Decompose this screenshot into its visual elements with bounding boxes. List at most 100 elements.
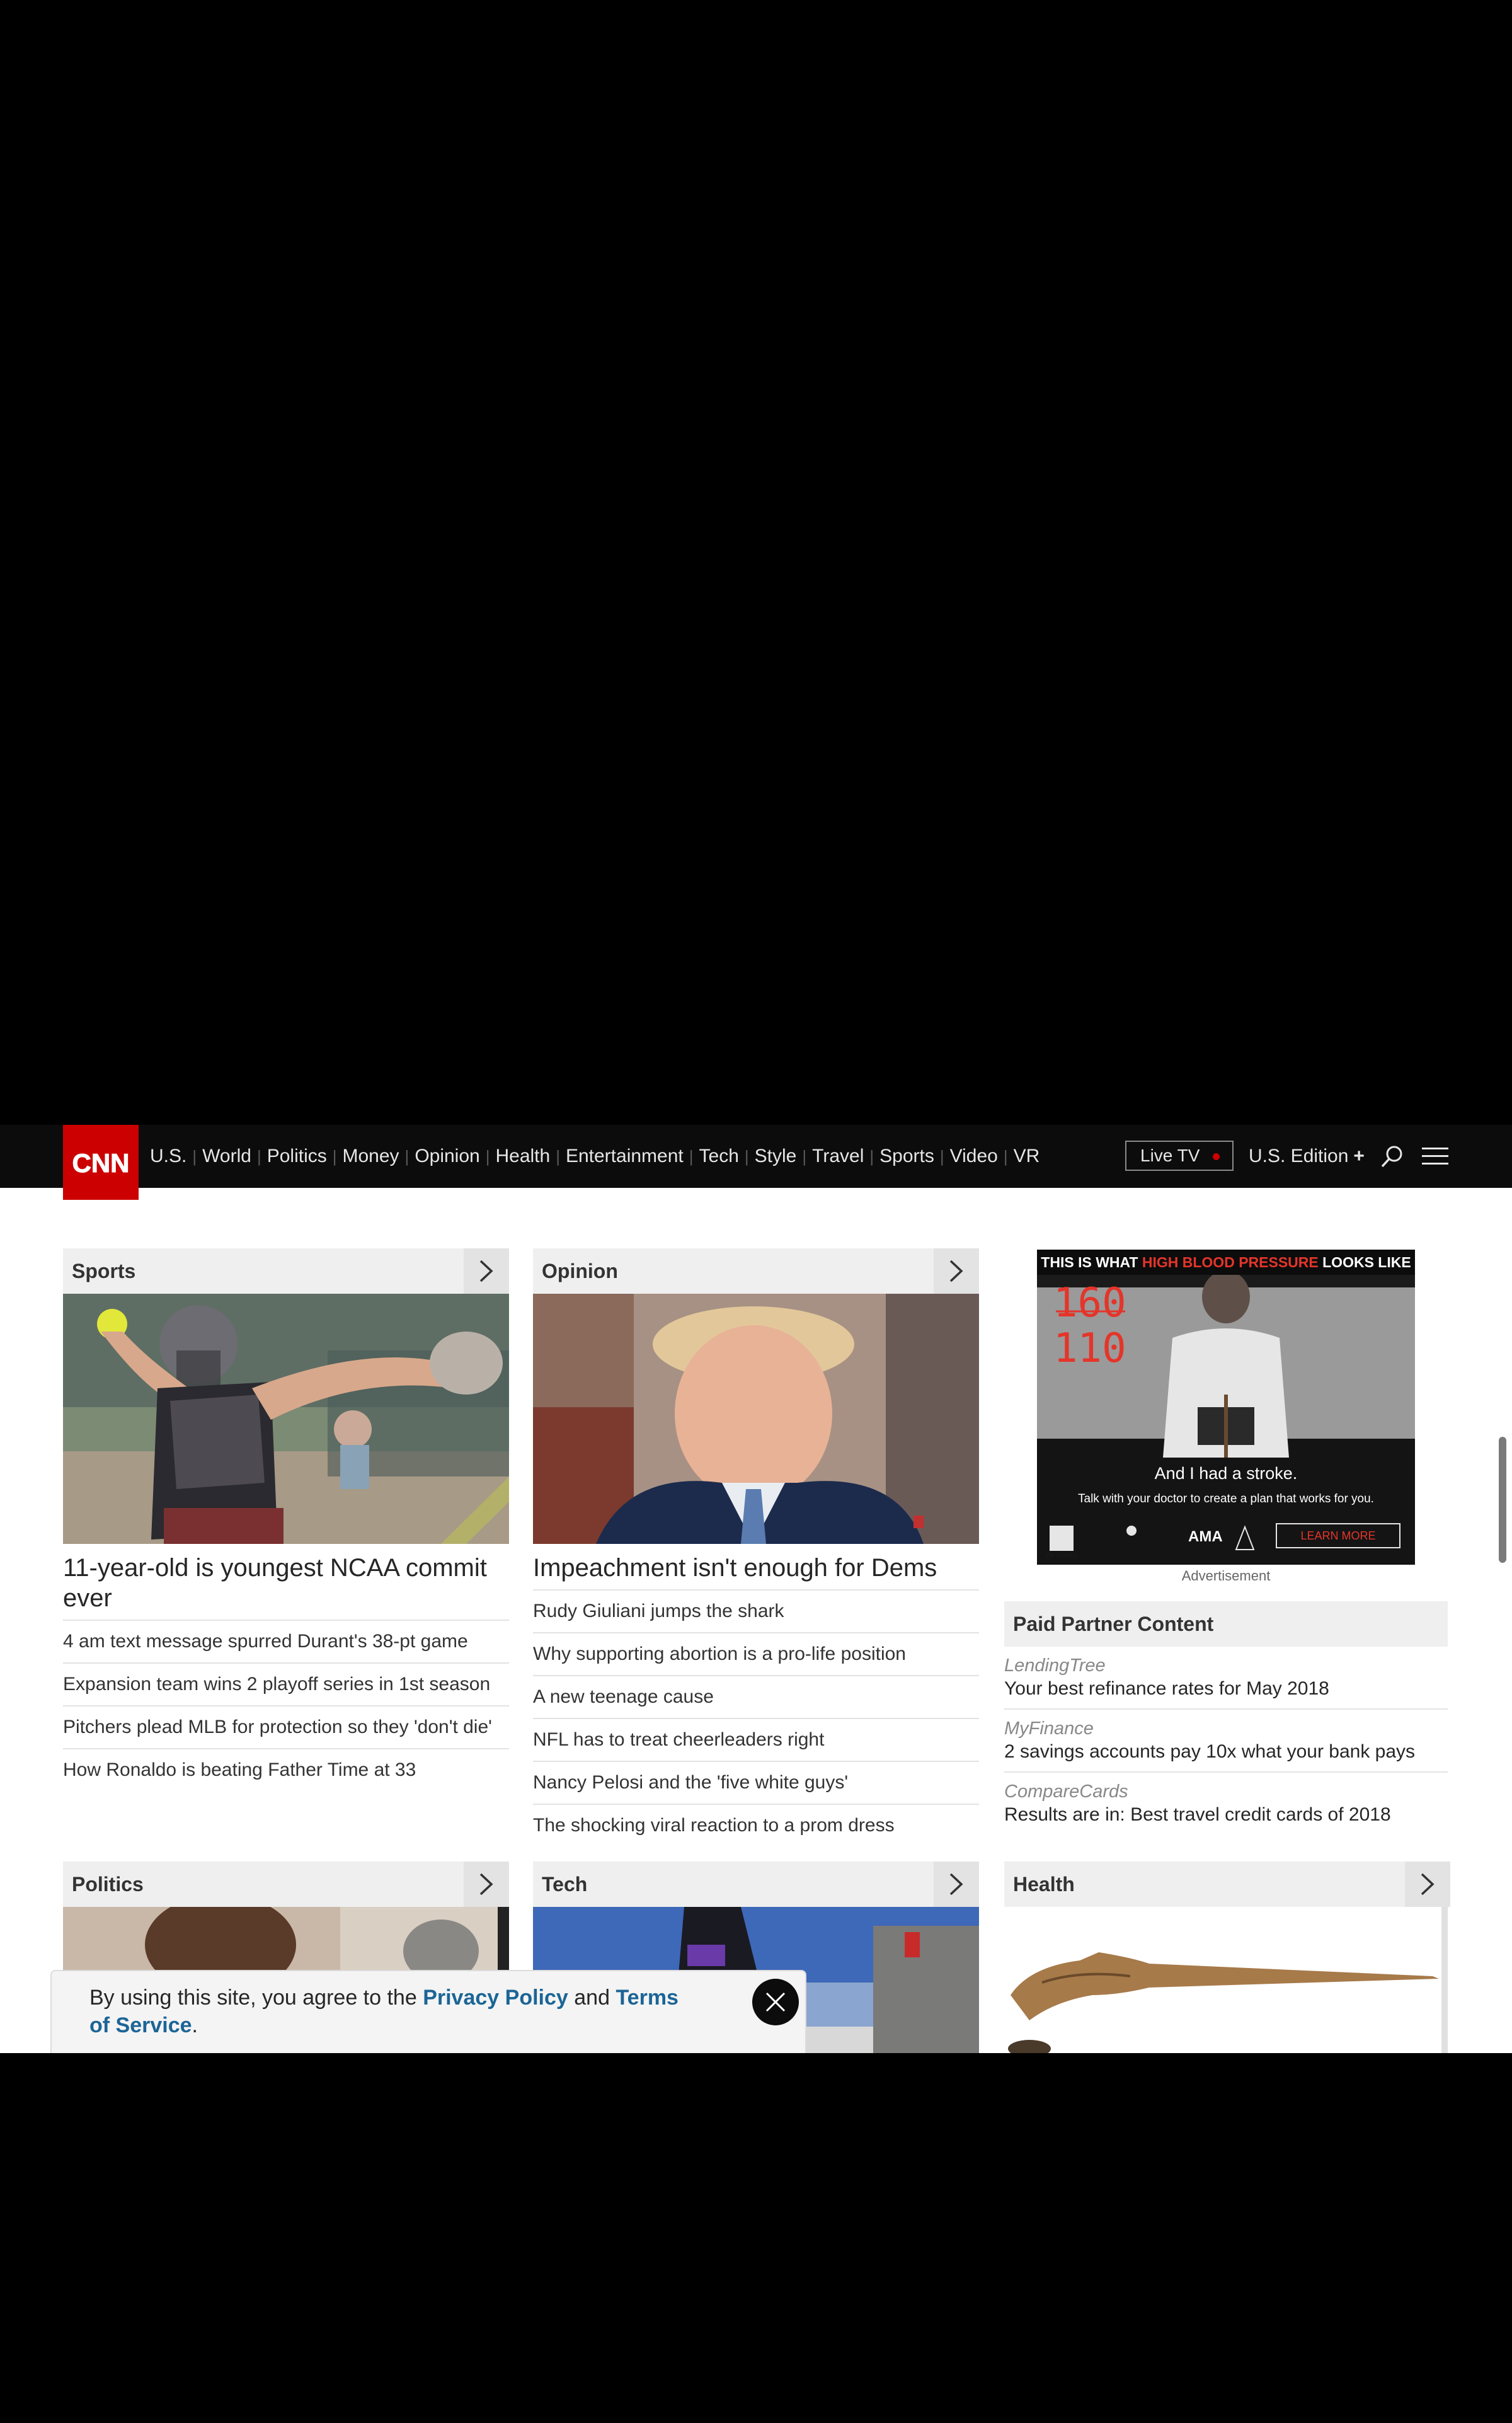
ad-learn-more-button[interactable]: LEARN MORE (1276, 1524, 1400, 1548)
nav-separator: | (332, 1146, 337, 1166)
sports-section-header[interactable]: Sports (63, 1248, 509, 1294)
nav-separator: | (802, 1146, 807, 1166)
chevron-right-icon[interactable] (934, 1248, 979, 1294)
live-tv-button[interactable]: Live TV (1125, 1141, 1234, 1171)
story-link[interactable]: Expansion team wins 2 playoff series in … (63, 1662, 509, 1705)
nav-link-vr[interactable]: VR (1014, 1146, 1040, 1167)
story-link[interactable]: Pitchers plead MLB for protection so the… (63, 1705, 509, 1748)
nav-link-video[interactable]: Video (950, 1146, 998, 1167)
opinion-headline[interactable]: Impeachment isn't enough for Dems (533, 1553, 979, 1583)
scrollbar-thumb[interactable] (1499, 1437, 1506, 1563)
nav-separator: | (256, 1146, 261, 1166)
consent-text: By using this site, you agree to the Pri… (89, 1984, 694, 2039)
nav-link-opinion[interactable]: Opinion (415, 1146, 479, 1167)
privacy-consent-banner: By using this site, you agree to the Pri… (50, 1970, 806, 2053)
section-title: Sports (72, 1260, 136, 1282)
advertisement-banner[interactable]: THIS IS WHAT HIGH BLOOD PRESSURE LOOKS L… (1037, 1250, 1415, 1565)
politician-portrait-image (533, 1294, 979, 1544)
plus-icon: + (1353, 1146, 1365, 1166)
story-link[interactable]: Nancy Pelosi and the 'five white guys' (533, 1761, 979, 1804)
partner-item[interactable]: MyFinance 2 savings accounts pay 10x what… (1004, 1710, 1448, 1773)
sports-story-list: 4 am text message spurred Durant's 38-pt… (63, 1620, 509, 1791)
nav-separator: | (869, 1146, 874, 1166)
nav-separator: | (192, 1146, 197, 1166)
nav-link-money[interactable]: Money (343, 1146, 399, 1167)
nav-link-entertainment[interactable]: Entertainment (566, 1146, 684, 1167)
nav-links: U.S. | World | Politics | Money | Opinion | Health… (150, 1125, 1040, 1188)
partner-item[interactable]: LendingTree Your best refinance rates for… (1004, 1647, 1448, 1710)
health-section-header[interactable]: Health (1004, 1862, 1450, 1907)
nav-separator: | (485, 1146, 490, 1166)
search-icon[interactable] (1379, 1144, 1404, 1170)
story-link[interactable]: How Ronaldo is beating Father Time at 33 (63, 1748, 509, 1791)
section-title: Tech (542, 1873, 588, 1896)
nav-link-tech[interactable]: Tech (699, 1146, 739, 1167)
story-link[interactable]: Why supporting abortion is a pro-life po… (533, 1632, 979, 1675)
ad-subtext: Talk with your doctor to create a plan t… (1078, 1492, 1374, 1505)
health-column: Health (1004, 1862, 1450, 2053)
story-link[interactable]: The shocking viral reaction to a prom dr… (533, 1804, 979, 1846)
partner-item[interactable]: CompareCards Results are in: Best travel … (1004, 1773, 1448, 1834)
nav-link-us[interactable]: U.S. (150, 1146, 186, 1167)
opinion-hero-image[interactable] (533, 1294, 979, 1544)
close-icon (765, 1992, 786, 2012)
nav-separator: | (556, 1146, 560, 1166)
politics-section-header[interactable]: Politics (63, 1862, 509, 1907)
opinion-section-header[interactable]: Opinion (533, 1248, 979, 1294)
ad-stroke-text: And I had a stroke. (1154, 1464, 1298, 1483)
nav-link-sports[interactable]: Sports (879, 1146, 934, 1167)
edition-selector[interactable]: U.S. Edition + (1249, 1125, 1365, 1188)
tech-section-header[interactable]: Tech (533, 1862, 979, 1907)
hamburger-menu-icon[interactable] (1422, 1146, 1448, 1166)
partner-title-link[interactable]: Your best refinance rates for May 2018 (1004, 1677, 1448, 1701)
nav-separator: | (939, 1146, 944, 1166)
opinion-story-list: Rudy Giuliani jumps the shark Why support… (533, 1589, 979, 1846)
privacy-policy-link[interactable]: Privacy Policy (423, 1986, 568, 2010)
sports-headline[interactable]: 11-year-old is youngest NCAA commit ever (63, 1553, 509, 1613)
close-button[interactable] (752, 1979, 799, 2025)
partner-brand: CompareCards (1004, 1781, 1128, 1802)
story-link[interactable]: A new teenage cause (533, 1675, 979, 1718)
live-indicator-icon (1213, 1153, 1220, 1160)
chevron-right-icon[interactable] (1405, 1862, 1450, 1907)
partner-brand: LendingTree (1004, 1655, 1106, 1676)
chevron-right-icon[interactable] (464, 1248, 509, 1294)
section-title: Opinion (542, 1260, 618, 1282)
partner-title-link[interactable]: 2 savings accounts pay 10x what your ban… (1004, 1740, 1448, 1764)
chevron-right-icon[interactable] (934, 1862, 979, 1907)
ama-logo: AMA (1188, 1528, 1223, 1545)
ad-council-logo: Ad Council (1046, 1552, 1077, 1559)
paid-partner-content: Paid Partner Content LendingTree Your bes… (1004, 1601, 1448, 1834)
story-link[interactable]: Rudy Giuliani jumps the shark (533, 1589, 979, 1632)
story-link[interactable]: NFL has to treat cheerleaders right (533, 1718, 979, 1761)
section-title: Health (1013, 1873, 1075, 1896)
nav-link-politics[interactable]: Politics (267, 1146, 327, 1167)
softball-catcher-image (63, 1294, 509, 1544)
consent-middle: and (568, 1986, 616, 2010)
nav-link-style[interactable]: Style (755, 1146, 797, 1167)
sports-column: Sports 11-year-old is youngest NCAA comm… (63, 1248, 509, 1791)
nav-link-world[interactable]: World (202, 1146, 251, 1167)
svg-text:CNN: CNN (72, 1148, 130, 1178)
consent-suffix: . (192, 2013, 198, 2037)
live-tv-label: Live TV (1140, 1146, 1200, 1165)
section-title: Politics (72, 1873, 144, 1896)
nav-separator: | (689, 1146, 694, 1166)
partner-title-link[interactable]: Results are in: Best travel credit cards… (1004, 1803, 1448, 1827)
partner-section-header: Paid Partner Content (1004, 1601, 1448, 1647)
advertisement-label: Advertisement (1181, 1568, 1271, 1584)
health-hero-image[interactable] (1004, 1907, 1450, 2053)
sports-hero-image[interactable] (63, 1294, 509, 1544)
nav-separator: | (404, 1146, 410, 1166)
chevron-right-icon[interactable] (464, 1862, 509, 1907)
cnn-logo-icon: CNN (72, 1148, 130, 1178)
ad-diastolic: 110 (1053, 1325, 1126, 1372)
nav-link-travel[interactable]: Travel (812, 1146, 864, 1167)
consent-prefix: By using this site, you agree to the (89, 1986, 423, 2010)
ad-headline: THIS IS WHAT HIGH BLOOD PRESSURE LOOKS L… (1037, 1250, 1415, 1275)
story-link[interactable]: 4 am text message spurred Durant's 38-pt… (63, 1620, 509, 1662)
nav-separator: | (744, 1146, 749, 1166)
ad-systolic: 160 (1053, 1280, 1126, 1327)
nav-link-health[interactable]: Health (495, 1146, 550, 1167)
cnn-logo[interactable]: CNN (63, 1125, 139, 1200)
